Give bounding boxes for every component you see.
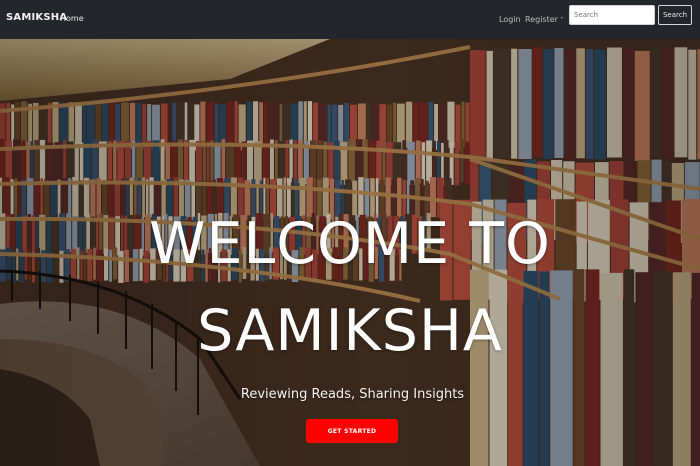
hero-section: WELCOME TO SAMIKSHA Reviewing Reads, Sha… [0, 39, 700, 466]
hero-title: WELCOME TO SAMIKSHA [0, 201, 700, 375]
nav-login-link[interactable]: Login [499, 15, 521, 24]
search-button[interactable]: Search [658, 5, 692, 25]
search-input[interactable] [569, 5, 655, 25]
hero-title-line2: SAMIKSHA [197, 298, 503, 364]
nav-separator-icon: • [560, 15, 564, 22]
get-started-button[interactable]: GET STARTED [306, 419, 398, 443]
brand-logo-link[interactable]: SAMIKSHA [6, 12, 67, 23]
navbar: SAMIKSHA Home Login Register • Search [0, 0, 700, 39]
hero-subtitle: Reviewing Reads, Sharing Insights [240, 387, 465, 402]
hero-title-line1: WELCOME TO [149, 211, 551, 277]
nav-register-link[interactable]: Register [525, 15, 558, 24]
nav-home-link[interactable]: Home [60, 14, 84, 23]
